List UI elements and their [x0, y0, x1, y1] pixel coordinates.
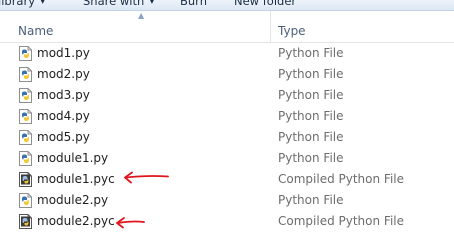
- file-type: Python File: [278, 193, 344, 207]
- file-row-module1-py[interactable]: module1.py Python File: [0, 148, 454, 169]
- file-name: mod5.py: [37, 130, 90, 144]
- file-name: module2.pyc: [37, 214, 115, 228]
- file-row-mod3-py[interactable]: mod3.py Python File: [0, 85, 454, 106]
- file-type: Python File: [278, 88, 344, 102]
- file-name: mod4.py: [37, 109, 90, 123]
- file-type: Python File: [278, 67, 344, 81]
- compiled-python-file-icon: [19, 214, 32, 229]
- file-name: module2.py: [37, 193, 109, 207]
- chevron-down-icon: ▼: [40, 0, 46, 5]
- file-row-mod1-py[interactable]: mod1.py Python File: [0, 43, 454, 64]
- sort-ascending-icon: ▲: [138, 11, 145, 20]
- burn-button[interactable]: Burn: [180, 0, 207, 9]
- column-divider[interactable]: [270, 11, 271, 42]
- file-type: Compiled Python File: [278, 172, 404, 186]
- chevron-down-icon: ▼: [149, 0, 155, 5]
- python-file-icon: [19, 130, 32, 145]
- file-name: mod1.py: [37, 46, 90, 60]
- red-arrow-annotation-icon: [116, 217, 145, 229]
- new-folder-label: New folder: [234, 0, 297, 8]
- python-file-icon: [19, 109, 32, 124]
- compiled-python-file-icon: [19, 172, 32, 187]
- file-row-module2-py[interactable]: module2.py Python File: [0, 190, 454, 211]
- python-file-icon: [19, 88, 32, 103]
- share-with-label: Share with: [83, 0, 145, 8]
- file-type: Python File: [278, 151, 344, 165]
- file-row-module1-pyc[interactable]: module1.pyc Compiled Python File: [0, 169, 454, 190]
- file-row-mod2-py[interactable]: mod2.py Python File: [0, 64, 454, 85]
- column-header-bar: ▲ Name Type: [0, 11, 454, 43]
- file-list: mod1.py Python File mod2.py Python File …: [0, 43, 454, 232]
- file-name: mod2.py: [37, 67, 90, 81]
- file-row-module2-pyc[interactable]: module2.pyc Compiled Python File: [0, 211, 454, 232]
- burn-label: Burn: [180, 0, 207, 8]
- file-type: Python File: [278, 130, 344, 144]
- python-file-icon: [19, 151, 32, 166]
- file-type: Python File: [278, 46, 344, 60]
- file-row-mod5-py[interactable]: mod5.py Python File: [0, 127, 454, 148]
- python-file-icon: [19, 67, 32, 82]
- include-in-library-button[interactable]: library ▼: [0, 0, 45, 9]
- file-name: module1.py: [37, 151, 109, 165]
- command-bar: library ▼ Share with ▼ Burn New folder: [0, 0, 454, 11]
- column-header-type[interactable]: Type: [278, 24, 306, 38]
- file-type: Python File: [278, 109, 344, 123]
- share-with-button[interactable]: Share with ▼: [83, 0, 155, 9]
- red-arrow-annotation-icon: [124, 171, 169, 184]
- file-name: module1.pyc: [37, 172, 115, 186]
- file-name: mod3.py: [37, 88, 90, 102]
- file-type: Compiled Python File: [278, 214, 404, 228]
- python-file-icon: [19, 193, 32, 208]
- library-label: library: [0, 0, 35, 8]
- column-header-name[interactable]: Name: [18, 24, 53, 38]
- file-row-mod4-py[interactable]: mod4.py Python File: [0, 106, 454, 127]
- new-folder-button[interactable]: New folder: [234, 0, 296, 9]
- python-file-icon: [19, 46, 32, 61]
